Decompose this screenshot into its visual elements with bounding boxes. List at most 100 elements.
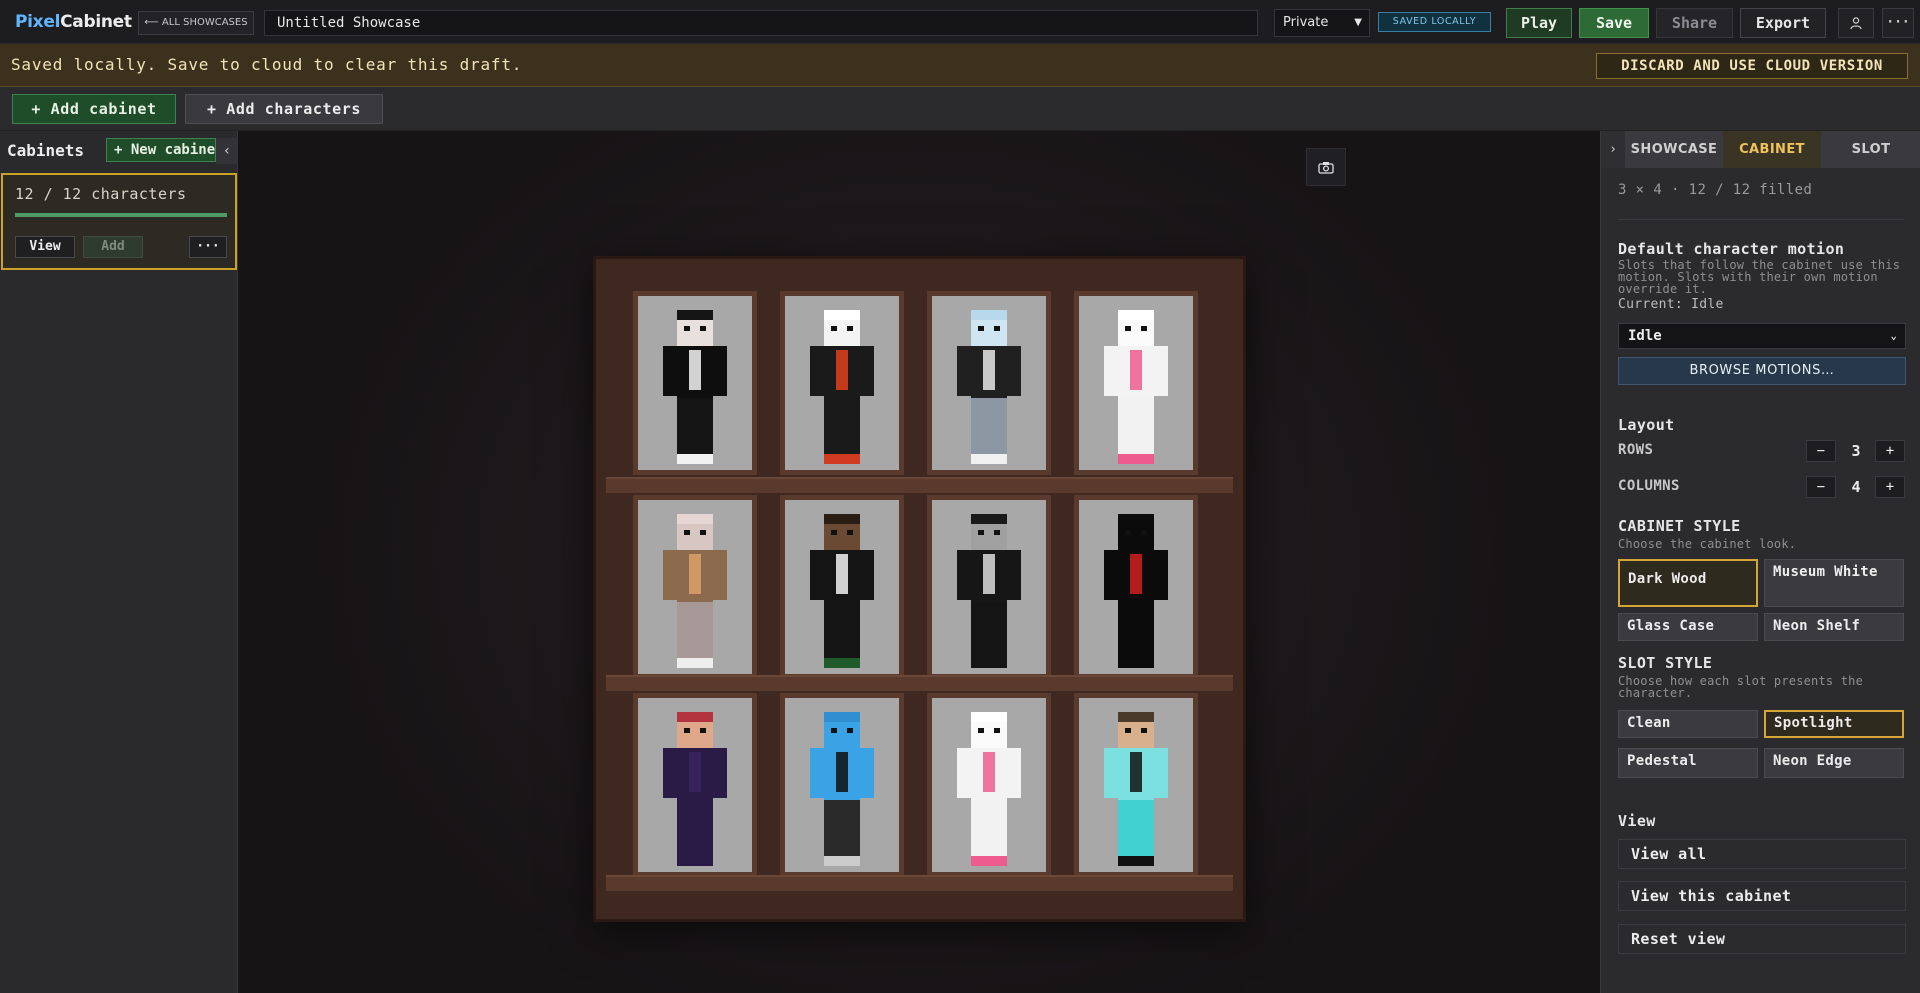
user-button[interactable] <box>1838 8 1874 38</box>
cabinet-more-button[interactable]: ··· <box>189 236 227 258</box>
export-button[interactable]: Export <box>1740 8 1826 38</box>
cabinet-fill-bar <box>15 213 227 217</box>
cabinet-slot[interactable] <box>780 495 904 679</box>
cabinet-slot[interactable] <box>927 291 1051 475</box>
add-cabinet-button[interactable]: + Add cabinet <box>12 94 176 124</box>
cabinet-slot[interactable] <box>633 495 757 679</box>
cabinet-style-dark-wood[interactable]: Dark Wood <box>1618 559 1758 607</box>
current-motion-label: Current: Idle <box>1618 297 1724 312</box>
columns-label: COLUMNS <box>1618 478 1680 494</box>
properties-panel: › SHOWCASE CABINET SLOT 3 × 4 · 12 / 12 … <box>1600 131 1920 993</box>
cabinet-slot[interactable] <box>633 291 757 475</box>
cabinet-style-museum-white[interactable]: Museum White <box>1764 559 1904 607</box>
visibility-value: Private <box>1283 15 1329 30</box>
motion-section-description: Slots that follow the cabinet use this m… <box>1618 258 1901 296</box>
cabinet-slot[interactable] <box>780 693 904 877</box>
draft-banner-message: Saved locally. Save to cloud to clear th… <box>11 55 523 74</box>
slot-style-clean[interactable]: Clean <box>1618 710 1758 738</box>
slot-style-neon-edge[interactable]: Neon Edge <box>1764 748 1904 778</box>
cabinet-slot[interactable] <box>1074 693 1198 877</box>
cabinet-shelf <box>606 675 1233 691</box>
character-figure <box>663 712 727 866</box>
character-figure <box>663 514 727 668</box>
character-figure <box>1104 514 1168 668</box>
cabinet-style-glass-case[interactable]: Glass Case <box>1618 613 1758 641</box>
reset-view-button[interactable]: Reset view <box>1618 924 1906 954</box>
layout-section-title: Layout <box>1618 416 1675 434</box>
top-bar: PixelCabinet ⟵ ALL SHOWCASES Private ▼ S… <box>0 0 1920 44</box>
slot-style-pedestal[interactable]: Pedestal <box>1618 748 1758 778</box>
columns-decrement-button[interactable]: − <box>1806 476 1836 498</box>
motion-select[interactable]: Idle ⌄ <box>1618 323 1906 349</box>
character-figure <box>810 514 874 668</box>
character-figure <box>663 310 727 464</box>
cabinet-style-title: CABINET STYLE <box>1618 517 1741 535</box>
cabinet-slot[interactable] <box>1074 291 1198 475</box>
character-figure <box>957 310 1021 464</box>
cabinet-style-neon-shelf[interactable]: Neon Shelf <box>1764 613 1904 641</box>
rows-label: ROWS <box>1618 442 1654 458</box>
play-button[interactable]: Play <box>1506 8 1572 38</box>
more-menu-button[interactable]: ··· <box>1882 8 1914 38</box>
cabinets-sidebar: Cabinets + New cabinet ‹ 12 / 12 charact… <box>0 131 238 993</box>
action-toolbar: + Add cabinet + Add characters <box>0 87 1920 131</box>
cabinet-slot[interactable] <box>927 693 1051 877</box>
logo-text-part2: Cabinet <box>60 12 132 32</box>
character-figure <box>957 514 1021 668</box>
rows-increment-button[interactable]: + <box>1875 440 1905 462</box>
cabinet-slot[interactable] <box>780 291 904 475</box>
showcase-title-input[interactable] <box>264 10 1258 36</box>
motion-section-title: Default character motion <box>1618 240 1845 258</box>
cabinet-shelf <box>606 875 1233 891</box>
visibility-select[interactable]: Private ▼ <box>1274 9 1370 37</box>
character-figure <box>1104 310 1168 464</box>
cabinet-shelf <box>606 477 1233 493</box>
view-section-title: View <box>1618 812 1656 830</box>
chevron-down-icon: ⌄ <box>1890 329 1897 342</box>
more-icon: ··· <box>1886 15 1910 30</box>
character-cabinet[interactable] <box>593 256 1246 922</box>
slot-style-description: Choose how each slot presents the charac… <box>1618 674 1864 700</box>
rows-value: 3 <box>1851 442 1861 460</box>
chevron-right-icon[interactable]: › <box>1601 131 1625 168</box>
browse-motions-button[interactable]: BROWSE MOTIONS… <box>1618 357 1906 385</box>
cabinet-slot[interactable] <box>633 693 757 877</box>
chevron-down-icon: ▼ <box>1354 17 1362 28</box>
cabinet-view-button[interactable]: View <box>15 236 75 258</box>
view-this-cabinet-button[interactable]: View this cabinet <box>1618 881 1906 911</box>
new-cabinet-button[interactable]: + New cabinet <box>106 138 216 162</box>
chevron-left-icon[interactable]: ‹ <box>216 138 238 164</box>
tab-slot[interactable]: SLOT <box>1821 131 1920 168</box>
discard-and-use-cloud-button[interactable]: DISCARD AND USE CLOUD VERSION <box>1596 53 1908 79</box>
screenshot-button[interactable] <box>1306 148 1346 186</box>
view-all-button[interactable]: View all <box>1618 839 1906 869</box>
columns-value: 4 <box>1851 478 1861 496</box>
share-button[interactable]: Share <box>1656 8 1733 38</box>
saved-status-badge: SAVED LOCALLY <box>1378 12 1491 32</box>
slot-style-spotlight[interactable]: Spotlight <box>1764 710 1904 738</box>
draft-banner: Saved locally. Save to cloud to clear th… <box>0 44 1920 87</box>
cabinet-character-count: 12 / 12 characters <box>15 185 187 203</box>
cabinet-slot[interactable] <box>1074 495 1198 679</box>
all-showcases-button[interactable]: ⟵ ALL SHOWCASES <box>138 11 254 35</box>
columns-increment-button[interactable]: + <box>1875 476 1905 498</box>
slot-style-title: SLOT STYLE <box>1618 654 1713 672</box>
rows-decrement-button[interactable]: − <box>1806 440 1836 462</box>
cabinet-card[interactable]: 12 / 12 characters View Add ··· <box>1 173 237 270</box>
add-characters-button[interactable]: + Add characters <box>185 94 383 124</box>
cabinet-fill-progress <box>15 213 227 217</box>
camera-icon <box>1318 162 1334 174</box>
app-logo[interactable]: PixelCabinet <box>15 12 132 32</box>
cabinet-slot[interactable] <box>927 495 1051 679</box>
divider <box>1618 219 1904 220</box>
save-button[interactable]: Save <box>1579 8 1649 38</box>
tab-cabinet[interactable]: CABINET <box>1723 131 1821 168</box>
cabinet-style-description: Choose the cabinet look. <box>1618 537 1797 551</box>
character-figure <box>957 712 1021 866</box>
tab-showcase[interactable]: SHOWCASE <box>1625 131 1723 168</box>
character-figure <box>810 712 874 866</box>
logo-text-part1: Pixel <box>15 12 61 32</box>
panel-tabs: › SHOWCASE CABINET SLOT <box>1601 131 1920 168</box>
cabinet-add-button[interactable]: Add <box>83 236 143 258</box>
user-icon <box>1850 17 1862 30</box>
